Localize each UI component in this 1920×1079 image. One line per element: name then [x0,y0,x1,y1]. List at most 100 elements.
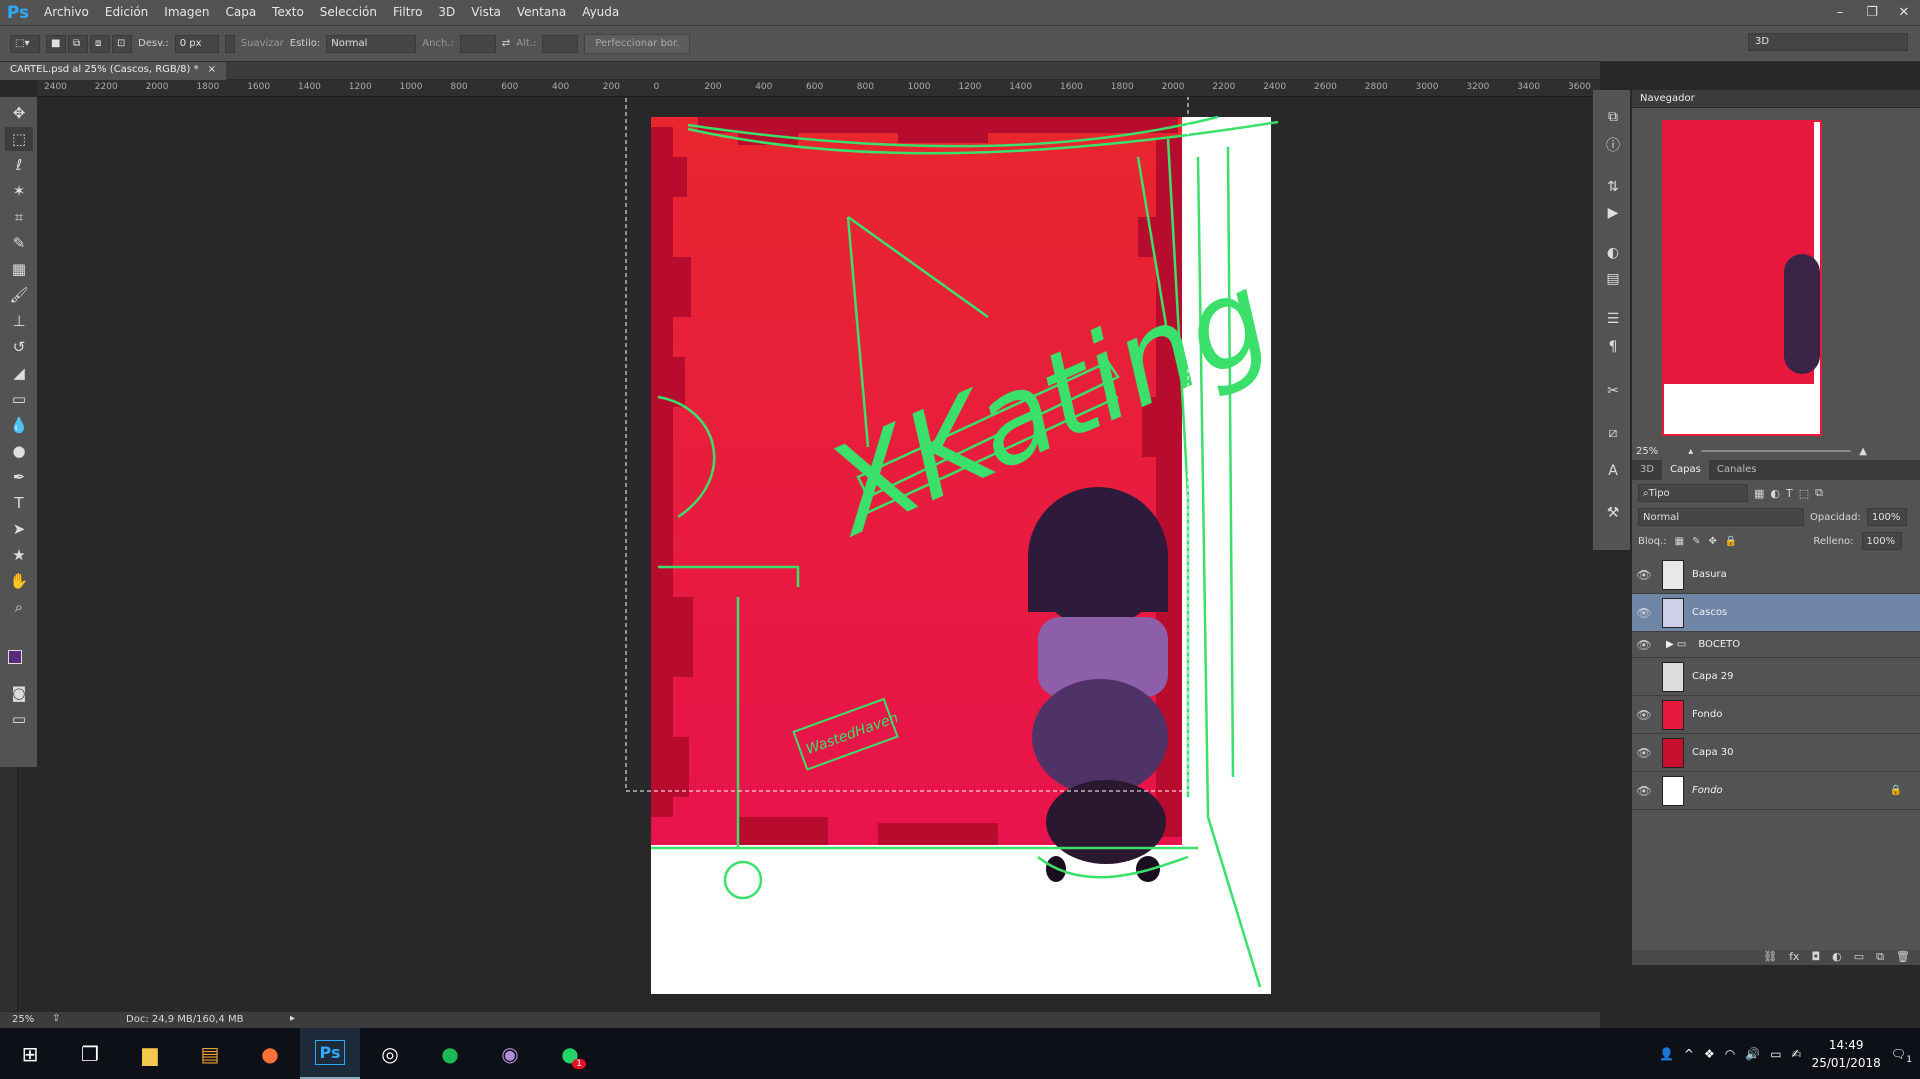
paragraph-icon[interactable]: ¶ [1602,336,1624,358]
task-view-icon[interactable]: ❐ [60,1028,120,1079]
new-layer-icon[interactable]: ⧉ [1876,950,1884,965]
pen-tool-icon[interactable]: ✒ [5,465,33,489]
tab-canales[interactable]: Canales [1709,460,1765,480]
document-tab[interactable]: CARTEL.psd al 25% (Cascos, RGB/8) * × [0,62,226,80]
tray-expand-icon[interactable]: ^ [1684,1047,1694,1061]
lock-transparent-icon[interactable]: ▦ [1675,536,1684,547]
lock-pixels-icon[interactable]: ✎ [1692,536,1700,547]
navigator-thumbnail[interactable] [1662,120,1822,436]
opacity-input[interactable]: 100% [1866,508,1907,526]
subtract-selection-icon[interactable]: ⧈ [90,34,110,53]
zoom-slider[interactable] [1701,450,1852,452]
layer-row[interactable]: 👁 Fondo 🔒 [1632,772,1920,810]
tab-3d[interactable]: 3D [1632,460,1662,480]
filter-smart-icon[interactable]: ⧉ [1815,486,1823,500]
eyedropper-icon[interactable]: ✎ [5,231,33,255]
spotify-icon[interactable]: ● [420,1028,480,1079]
photoshop-taskbar-icon[interactable]: Ps [300,1028,360,1079]
add-selection-icon[interactable]: ⧉ [68,34,88,53]
layer-style-icon[interactable]: fx [1789,950,1799,965]
add-mask-icon[interactable]: ◘ [1811,950,1820,965]
folder-icon[interactable]: ▶ ▭ [1666,639,1686,650]
clone-source-icon[interactable]: ⧄ [1602,422,1624,444]
layer-row[interactable]: 👁 Cascos [1632,594,1920,632]
history-brush-icon[interactable]: ↺ [5,335,33,359]
people-icon[interactable]: 👤 [1659,1047,1674,1061]
steam-icon[interactable]: ◎ [360,1028,420,1079]
canvas-workspace[interactable]: XKating WastedHaven [38,97,1600,1017]
new-selection-icon[interactable]: ■ [46,34,66,53]
layer-row[interactable]: 👁 Basura [1632,556,1920,594]
anch-input[interactable] [459,34,496,53]
navigator-zoom-value[interactable]: 25% [1636,446,1658,457]
battery-icon[interactable]: ▭ [1770,1047,1781,1061]
link-layers-icon[interactable]: ⛓ [1763,950,1777,965]
menu-6[interactable]: Filtro [385,0,430,25]
desv-input[interactable]: 0 px [174,34,219,53]
visibility-eye-icon[interactable]: 👁 [1632,568,1656,582]
brush-settings-icon[interactable]: ✂ [1602,380,1624,402]
visibility-eye-icon[interactable]: 👁 [1632,708,1656,722]
stamp-tool-icon[interactable]: ⊥ [5,309,33,333]
type-tool-icon[interactable]: T [5,491,33,515]
status-zoom[interactable]: 25% [12,1014,34,1025]
path-select-icon[interactable]: ➤ [5,517,33,541]
layer-row[interactable]: 👁 Fondo [1632,696,1920,734]
visibility-eye-icon[interactable]: 👁 [1632,638,1656,652]
filter-shape-icon[interactable]: ⬚ [1799,487,1809,500]
intersect-selection-icon[interactable]: ⊡ [112,34,132,53]
fill-input[interactable]: 100% [1861,532,1902,550]
menu-5[interactable]: Selección [312,0,385,25]
whatsapp-icon[interactable]: ● 1 [540,1028,600,1079]
lock-position-icon[interactable]: ✥ [1709,536,1717,547]
crop-tool-icon[interactable]: ⌗ [5,205,33,229]
firefox-icon[interactable]: ● [240,1028,300,1079]
tool-presets-icon[interactable]: ⚒ [1602,502,1624,524]
status-menu-arrow-icon[interactable]: ▸ [290,1013,295,1024]
blend-mode-select[interactable]: Normal [1638,508,1804,526]
delete-layer-icon[interactable]: 🗑 [1896,950,1910,965]
eraser-tool-icon[interactable]: ◢ [5,361,33,385]
adjustments-icon[interactable]: ⇅ [1602,176,1624,198]
swap-icon[interactable]: ⇄ [502,38,510,49]
magic-wand-icon[interactable]: ✶ [5,179,33,203]
new-group-icon[interactable]: ▭ [1854,950,1864,965]
tab-capas[interactable]: Capas [1662,460,1709,480]
adjustment-layer-icon[interactable]: ◐ [1832,950,1842,965]
layer-row[interactable]: Capa 29 [1632,658,1920,696]
zoom-tool-icon[interactable]: ⌕ [5,595,33,619]
info-panel-icon[interactable]: ⓘ [1602,134,1624,156]
marquee-tool-preset[interactable]: ⬚▾ [10,34,40,53]
hand-tool-icon[interactable]: ✋ [5,569,33,593]
document-canvas[interactable]: XKating WastedHaven [38,97,1600,1017]
volume-icon[interactable]: 🔊 [1745,1047,1760,1061]
layer-filter-select[interactable]: ⌕ Tipo [1638,484,1748,502]
minimize-button[interactable]: – [1824,0,1856,25]
healing-brush-icon[interactable]: ▦ [5,257,33,281]
refine-edge-button[interactable]: Perfeccionar bor. [584,33,691,54]
menu-10[interactable]: Ayuda [574,0,627,25]
export-icon[interactable]: ⇪ [52,1013,60,1024]
visibility-eye-icon[interactable]: 👁 [1632,606,1656,620]
restore-button[interactable]: ❐ [1856,0,1888,25]
marquee-tool-icon[interactable]: ⬚ [5,127,33,151]
shape-tool-icon[interactable]: ★ [5,543,33,567]
workspace-mode-select[interactable]: 3D [1748,33,1908,51]
history-panel-icon[interactable]: ⧉ [1602,106,1624,128]
character-icon[interactable]: A [1602,460,1624,482]
blur-tool-icon[interactable]: 💧 [5,413,33,437]
dropbox-icon[interactable]: ❖ [1704,1047,1715,1061]
properties-icon[interactable]: ☰ [1602,308,1624,330]
zoom-in-icon[interactable]: ▲ [1859,446,1867,457]
menu-0[interactable]: Archivo [36,0,97,25]
layer-row[interactable]: 👁 Capa 30 [1632,734,1920,772]
estilo-select[interactable]: Normal [326,34,417,53]
visibility-eye-icon[interactable]: 👁 [1632,746,1656,760]
color-wheel-icon[interactable]: ◐ [1602,242,1624,264]
file-explorer-icon[interactable]: ▆ [120,1028,180,1079]
layer-row[interactable]: 👁 ▶ ▭ BOCETO [1632,632,1920,658]
dodge-tool-icon[interactable]: ● [5,439,33,463]
menu-8[interactable]: Vista [463,0,509,25]
menu-2[interactable]: Imagen [156,0,217,25]
gradient-tool-icon[interactable]: ▭ [5,387,33,411]
